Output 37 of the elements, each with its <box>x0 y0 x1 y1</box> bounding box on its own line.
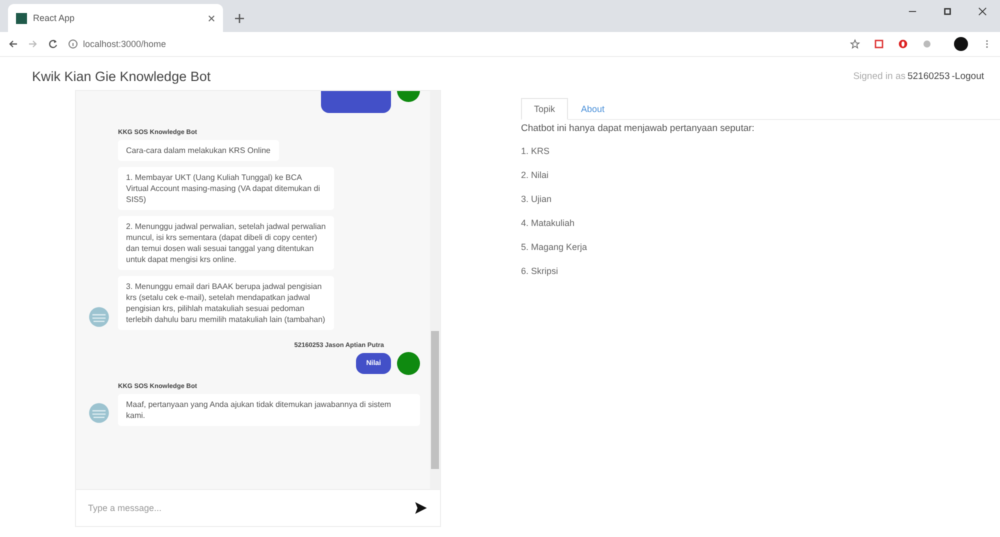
close-icon[interactable] <box>978 6 987 16</box>
browser-tab[interactable]: React App <box>8 4 223 32</box>
topic-item: 3. Ujian <box>521 194 553 204</box>
tab[interactable]: Topik <box>521 98 568 120</box>
bot-avatar-icon <box>88 306 110 328</box>
signed-in-label: Signed in as <box>853 71 906 82</box>
restore-icon[interactable] <box>943 6 952 16</box>
message-bubble: Maaf, pertanyaan yang Anda ajukan tidak ditemukan jawabannya di sistem kami. <box>118 394 420 426</box>
topic-item: 2. Nilai <box>521 170 550 180</box>
user-id: 52160253 <box>907 71 950 82</box>
extension-icon[interactable] <box>874 39 884 49</box>
address-bar[interactable]: localhost:3000/home <box>68 34 836 54</box>
topic-item: 1. KRS <box>521 146 551 156</box>
star-icon[interactable] <box>850 39 860 49</box>
message-bubble: 1. Membayar UKT (Uang Kuliah Tunggal) ke BCA Virtual Account masing-masing (VA dapat ditemukan di SIS5) <box>118 167 334 210</box>
message-bubble: 2. Menunggu jadwal perwalian, setelah jadwal perwalian muncul, isi krs sementara (dapat dibeli di copy center) dan temui dosen wali sesuai tanggal yang ditentukan untuk dapat mengisi krs online. <box>118 216 334 270</box>
app-title: Kwik Kian Gie Knowledge Bot <box>32 69 211 84</box>
send-icon[interactable] <box>414 501 428 515</box>
back-icon[interactable] <box>8 39 18 49</box>
message-input[interactable]: Type a message... <box>86 502 414 514</box>
new-tab-icon[interactable] <box>235 14 244 23</box>
user-avatar-icon <box>397 352 420 375</box>
bot-avatar-icon <box>88 402 110 424</box>
tab[interactable]: About <box>568 98 618 120</box>
topic-item: 5. Magang Kerja <box>521 242 588 252</box>
message-bubble: 3. Menunggu email dari BAAK berupa jadwal pengisian krs (setalu cek e-mail), setelah mendapatkan jadwal pengisian krs, pilihlah matakuliah sesuai pedoman terlebih dahulu baru memilih matakuliah lain (tambahan) <box>118 276 334 330</box>
message-bubble: Cara-cara dalam melakukan KRS Online <box>118 140 279 161</box>
logout-link[interactable]: -Logout <box>952 71 984 82</box>
favicon-icon <box>16 12 27 24</box>
topics-intro: Chatbot ini hanya dapat menjawab pertanyaan seputar: <box>521 123 756 134</box>
close-icon[interactable] <box>208 14 215 22</box>
topic-item: 4. Matakuliah <box>521 218 576 228</box>
reload-icon[interactable] <box>48 39 58 49</box>
info-icon <box>68 39 78 49</box>
extension-icon[interactable] <box>898 39 908 49</box>
topic-item: 6. Skripsi <box>521 266 560 276</box>
profile-avatar-icon[interactable] <box>954 37 968 51</box>
